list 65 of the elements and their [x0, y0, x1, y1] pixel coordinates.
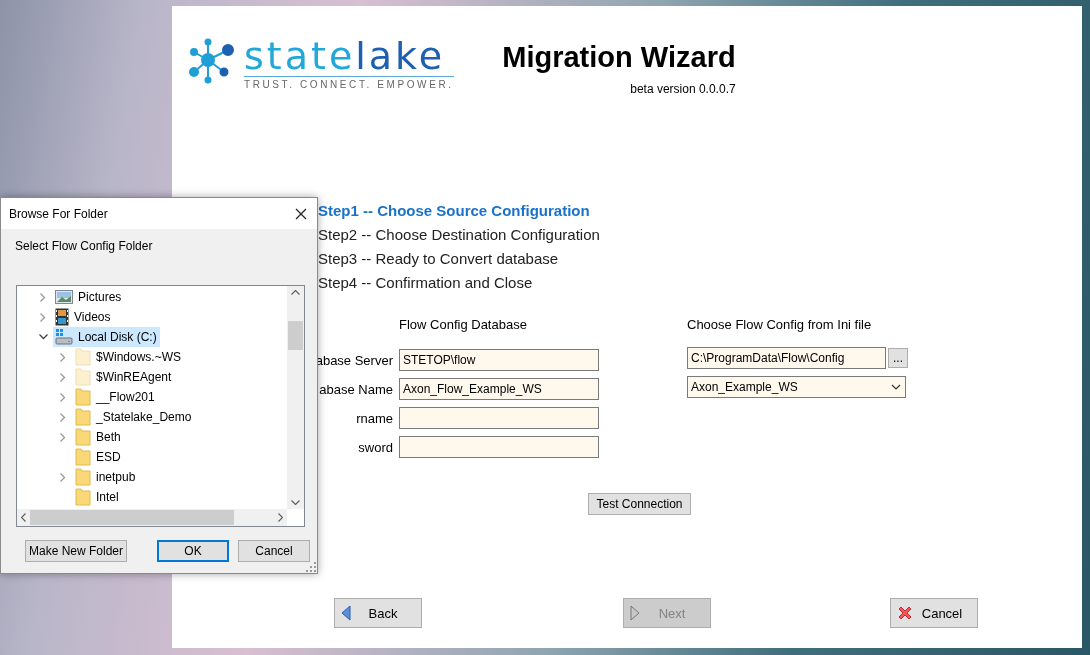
app-title: Migration Wizard: [502, 40, 736, 74]
cross-icon: [897, 605, 913, 621]
version-label: beta version 0.0.0.7: [630, 82, 736, 96]
tree-item[interactable]: _Statelake_Demo: [73, 407, 195, 427]
step-label: Step4 -- Confirmation and Close: [318, 273, 533, 293]
scroll-right-icon[interactable]: [278, 513, 283, 522]
dialog-title: Browse For Folder: [9, 206, 108, 221]
tree-item[interactable]: $Windows.~WS: [73, 347, 185, 367]
tree-item[interactable]: Pictures: [53, 287, 125, 307]
prompt-text: Select Flow Config Folder: [15, 238, 153, 254]
scroll-up-icon[interactable]: [291, 290, 300, 295]
make-folder-button[interactable]: Make New Folder: [25, 540, 127, 562]
scroll-left-icon[interactable]: [21, 513, 26, 522]
vertical-scrollbar[interactable]: [287, 286, 304, 509]
section-heading: Choose Flow Config from Ini file: [687, 317, 873, 333]
chevron-right-icon[interactable]: [40, 312, 46, 322]
close-icon[interactable]: [295, 207, 307, 220]
right-triangle-icon: [630, 605, 640, 621]
step-label: Step1 -- Choose Source Configuration: [318, 201, 590, 221]
test-connection-button[interactable]: Test Connection: [588, 493, 691, 515]
scrollbar-thumb[interactable]: [30, 510, 234, 525]
chevron-right-icon[interactable]: [40, 292, 46, 302]
film-strip-icon: [55, 308, 69, 326]
tree-item[interactable]: inetpub: [73, 467, 139, 487]
tree-item[interactable]: ESD: [73, 447, 124, 467]
path-field[interactable]: C:\ProgramData\Flow\Config: [687, 347, 886, 369]
chevron-right-icon[interactable]: [60, 352, 66, 362]
input-field[interactable]: [399, 436, 599, 458]
chevron-right-icon[interactable]: [60, 432, 66, 442]
horizontal-scrollbar[interactable]: [17, 509, 287, 526]
caret-icon: [891, 384, 901, 390]
tree-item[interactable]: Intel: [73, 487, 122, 507]
logo-wordmark: statelake: [244, 38, 447, 74]
input-field[interactable]: [399, 407, 599, 429]
drive-icon: [55, 329, 73, 345]
field-label: rname: [356, 410, 393, 426]
tree-item[interactable]: Local Disk (C:): [53, 327, 160, 347]
chevron-right-icon[interactable]: [60, 412, 66, 422]
dropdown[interactable]: Axon_Example_WS: [687, 376, 906, 398]
chevron-right-icon[interactable]: [60, 392, 66, 402]
cancel-button[interactable]: Cancel: [238, 540, 310, 562]
picture-icon: [55, 290, 73, 304]
input-field[interactable]: Axon_Flow_Example_WS: [399, 378, 599, 400]
back-button[interactable]: Back: [334, 598, 422, 628]
tree-item[interactable]: Beth: [73, 427, 124, 447]
section-heading: Flow Config Database: [399, 317, 528, 333]
chevron-down-icon[interactable]: [38, 334, 48, 340]
tree-item[interactable]: $WinREAgent: [73, 367, 175, 387]
cancel-button[interactable]: Cancel: [890, 598, 978, 628]
step-label: Step2 -- Choose Destination Configuration: [318, 225, 600, 245]
resize-grip-icon: [306, 562, 316, 572]
ok-button[interactable]: OK: [157, 540, 229, 562]
input-field[interactable]: STETOP\flow: [399, 349, 599, 371]
logo-tagline: TRUST. CONNECT. EMPOWER.: [244, 76, 454, 90]
chevron-right-icon[interactable]: [60, 472, 66, 482]
scroll-down-icon[interactable]: [291, 500, 300, 505]
chevron-right-icon[interactable]: [60, 372, 66, 382]
field-label: sword: [358, 439, 393, 455]
field-label: abase Name: [319, 381, 393, 397]
browse-button[interactable]: ...: [888, 348, 908, 368]
tree-item[interactable]: __Flow201: [73, 387, 158, 407]
scrollbar-thumb[interactable]: [288, 321, 303, 350]
tree-item[interactable]: Videos: [53, 307, 114, 327]
left-triangle-icon: [341, 605, 351, 621]
step-label: Step3 -- Ready to Convert database: [318, 249, 559, 269]
